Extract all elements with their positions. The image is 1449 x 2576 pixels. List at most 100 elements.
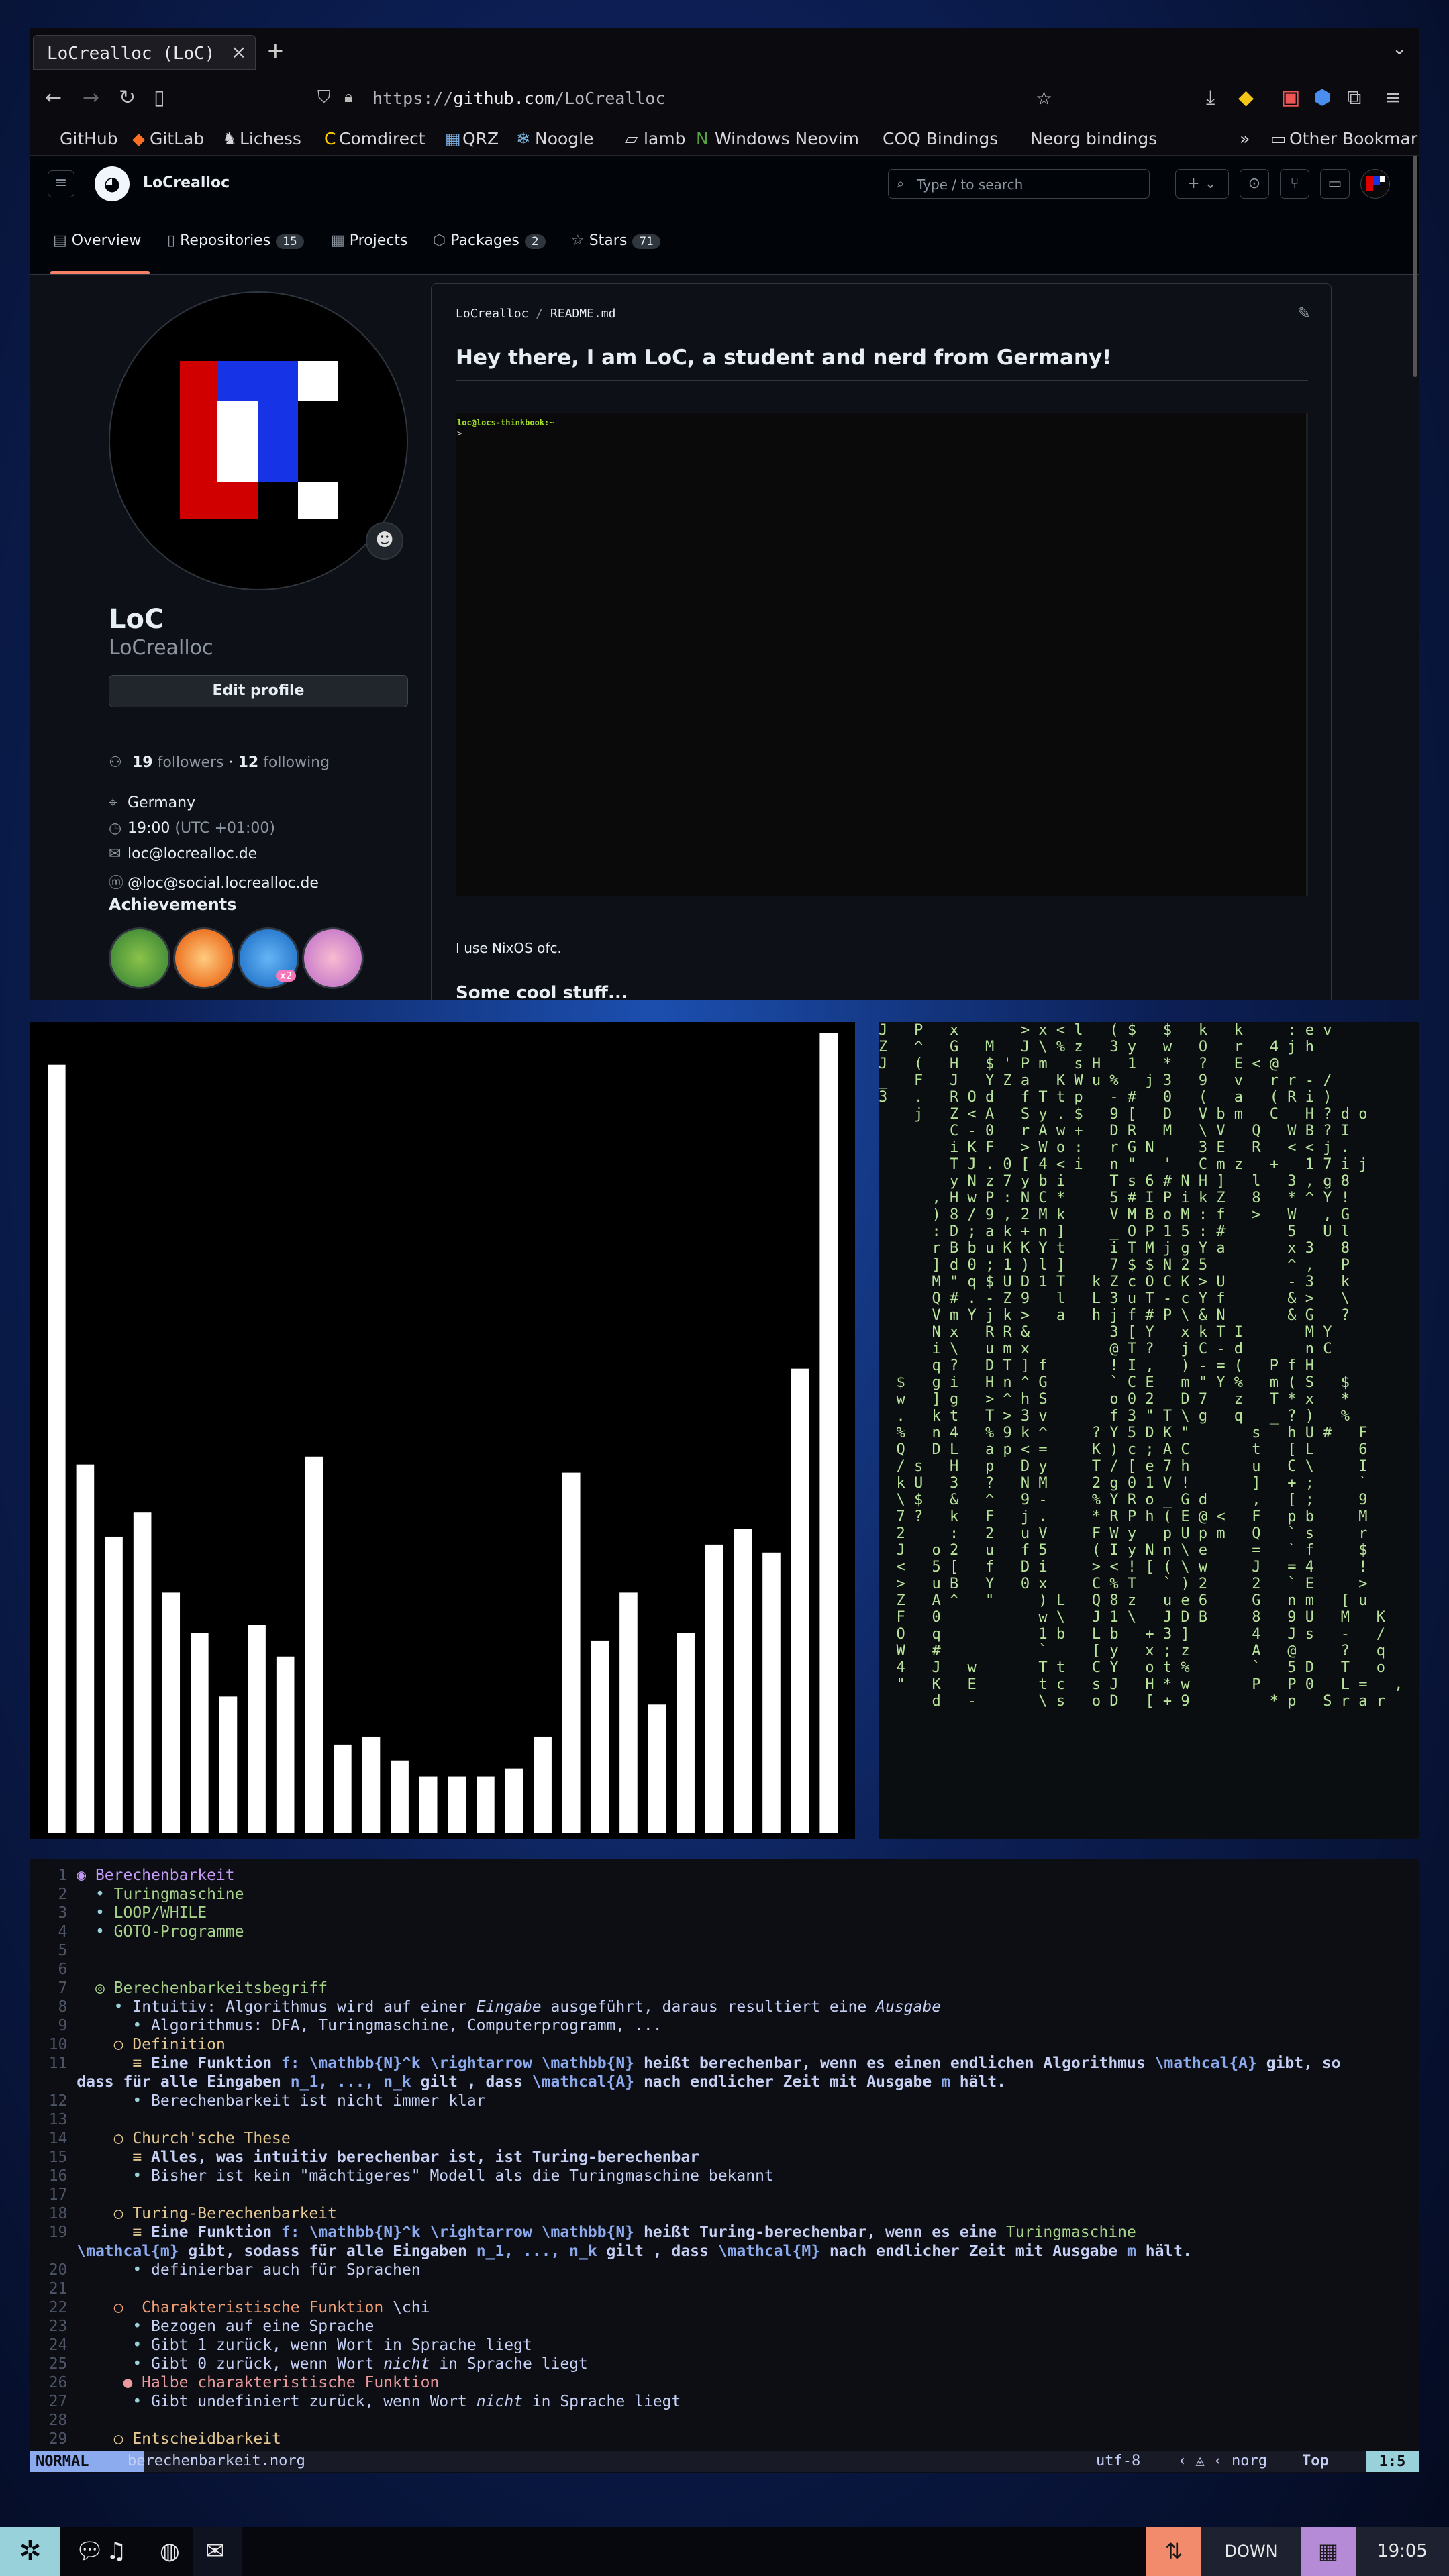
tab-stars[interactable]: ☆ Stars 71	[571, 232, 660, 249]
pull-requests-icon[interactable]: ⑂	[1280, 169, 1309, 199]
menu-icon[interactable]: ≡	[1385, 86, 1401, 109]
bookmark-lichess[interactable]: Lichess	[240, 129, 301, 148]
bookmark-lamb[interactable]: lamb	[644, 129, 686, 148]
editor-line[interactable]: 1 ◉ Berechenbarkeit	[30, 1866, 235, 1885]
bookmark-noogle[interactable]: Noogle	[535, 129, 594, 148]
extensions-puzzle-icon[interactable]: ⧉	[1347, 86, 1361, 109]
pencil-edit-icon[interactable]: ✎	[1297, 304, 1311, 323]
editor-line[interactable]: 12 • Berechenbarkeit ist nicht immer kla…	[30, 2092, 486, 2110]
mastodon-link[interactable]: @loc@social.locrealloc.de	[128, 875, 319, 892]
calendar-icon[interactable]: ▦	[1301, 2527, 1356, 2576]
url-text[interactable]: https://github.com/LoCrealloc	[372, 89, 666, 108]
editor-line[interactable]: 23 • Bezogen auf eine Sprache	[30, 2317, 374, 2336]
editor-line[interactable]: 10 ○ Definition	[30, 2035, 226, 2054]
editor-line[interactable]: 22 ○ Charakteristische Funktion \chi	[30, 2298, 430, 2317]
editor-line[interactable]: \mathcal{m} gibt, sodass für alle Eingab…	[30, 2242, 1192, 2261]
page-scrollbar[interactable]	[1413, 156, 1417, 377]
editor-line[interactable]: 20 • definierbar auch für Sprachen	[30, 2261, 421, 2279]
editor-line[interactable]: dass für alle Eingaben n_1, ..., n_k gil…	[30, 2073, 1006, 2092]
chat-icon[interactable]: 💬︎	[75, 2538, 104, 2565]
new-tab-icon[interactable]: +	[266, 38, 285, 63]
header-username[interactable]: LoCrealloc	[143, 174, 230, 191]
readme-path-user[interactable]: LoCrealloc	[456, 307, 528, 321]
back-arrow-icon[interactable]: ←	[45, 86, 62, 109]
extension-icon[interactable]: ◆	[1238, 86, 1254, 109]
other-bookmarks-folder[interactable]: Other Bookmarks	[1289, 129, 1419, 148]
editor-line[interactable]: 29 ○ Entscheidbarkeit	[30, 2430, 281, 2449]
status-emoji-icon[interactable]: ☻	[366, 522, 403, 560]
achievement-pull-shark-icon[interactable]: x2	[238, 927, 299, 989]
following-count[interactable]: 12	[238, 754, 259, 771]
editor-line[interactable]: 26 ● Halbe charakteristische Funktion	[30, 2373, 440, 2392]
editor-line[interactable]: 24 • Gibt 1 zurück, wenn Wort in Sprache…	[30, 2336, 532, 2355]
more-bookmarks-chevron-icon[interactable]: »	[1240, 129, 1250, 148]
editor-line[interactable]: 4 • GOTO-Programme	[30, 1922, 244, 1941]
hamburger-menu-icon[interactable]: ≡	[48, 170, 74, 197]
editor-line[interactable]: 9 • Algorithmus: DFA, Turingmaschine, Co…	[30, 2016, 662, 2035]
editor-line[interactable]: 15 ≡ Alles, was intuitiv berechenbar ist…	[30, 2148, 699, 2167]
editor-line[interactable]: 13	[30, 2110, 77, 2129]
editor-line[interactable]: 14 ○ Church'sche These	[30, 2129, 291, 2148]
browser-tab[interactable]: LoCrealloc (LoC) ×	[33, 35, 256, 70]
inbox-icon[interactable]: ▭	[1320, 169, 1350, 199]
search-input[interactable]: ⌕ Type / to search	[888, 169, 1150, 199]
editor-line[interactable]: 2 • Turingmaschine	[30, 1885, 244, 1904]
editor-line[interactable]: 7 ◎ Berechenbarkeitsbegriff	[30, 1979, 328, 1998]
bookmark-coq-bindings[interactable]: COQ Bindings	[883, 129, 998, 148]
following-label[interactable]: following	[263, 754, 330, 771]
bookmark-gitlab[interactable]: GitLab	[150, 129, 204, 148]
network-icon[interactable]: ⇅	[1146, 2527, 1201, 2576]
forward-arrow-icon[interactable]: →	[83, 86, 99, 109]
bookmark-windows-neovim[interactable]: Windows Neovim	[715, 129, 859, 148]
bookmark-qrz[interactable]: QRZ	[462, 129, 499, 148]
issues-icon[interactable]: ⊙	[1240, 169, 1269, 199]
url-bar[interactable]: ⛉ 🔒︎ https://github.com/LoCrealloc ☆	[285, 83, 1057, 114]
bookmark-comdirect[interactable]: Comdirect	[339, 129, 426, 148]
globe-icon[interactable]: ◍	[160, 2538, 180, 2565]
edit-profile-button[interactable]: Edit profile	[109, 675, 408, 707]
privacy-extension-icon[interactable]: ⬢	[1313, 86, 1331, 109]
followers-label[interactable]: followers	[158, 754, 224, 771]
tab-list-chevron-icon[interactable]: ⌄	[1392, 39, 1407, 59]
achievement-yolo-icon[interactable]	[302, 927, 364, 989]
editor-line[interactable]: 21	[30, 2279, 77, 2298]
editor-line[interactable]: 28	[30, 2411, 77, 2430]
achievement-quickdraw-icon[interactable]	[173, 927, 235, 989]
followers-count[interactable]: 19	[132, 754, 153, 771]
bookmark-neorg-bindings[interactable]: Neorg bindings	[1030, 129, 1157, 148]
editor-line[interactable]: 18 ○ Turing-Berechenbarkeit	[30, 2204, 337, 2223]
bookmark-github[interactable]: GitHub	[60, 129, 118, 148]
editor-line[interactable]: 3 • LOOP/WHILE	[30, 1904, 207, 1922]
shield-icon[interactable]: ⛉	[317, 87, 331, 108]
close-tab-icon[interactable]: ×	[231, 41, 246, 63]
network-status[interactable]: DOWN	[1201, 2527, 1301, 2576]
create-new-dropdown[interactable]: + ⌄	[1175, 169, 1229, 199]
editor-line[interactable]: 5	[30, 1941, 77, 1960]
nix-menu-icon[interactable]: ✲	[0, 2527, 60, 2576]
lock-icon[interactable]: 🔒︎	[344, 87, 353, 106]
editor-line[interactable]: 16 • Bisher ist kein "mächtigeres" Model…	[30, 2167, 774, 2185]
tab-overview[interactable]: ▤ Overview	[53, 232, 141, 249]
editor-line[interactable]: 6	[30, 1960, 77, 1979]
editor-line[interactable]: 11 ≡ Eine Funktion f: \mathbb{N}^k \righ…	[30, 2054, 1341, 2073]
tab-packages[interactable]: ⬡ Packages 2	[433, 232, 546, 249]
readme-path-file[interactable]: README.md	[550, 307, 616, 321]
editor-line[interactable]: 8 • Intuitiv: Algorithmus wird auf einer…	[30, 1998, 942, 2016]
clock[interactable]: 19:05	[1356, 2527, 1449, 2576]
extension-badge-icon[interactable]: ▣	[1281, 86, 1300, 109]
profile-avatar[interactable]	[109, 291, 408, 590]
music-icon[interactable]: ♫	[106, 2538, 126, 2565]
sidebar-toggle-icon[interactable]: ▯	[154, 86, 165, 109]
reload-icon[interactable]: ↻	[119, 86, 136, 109]
user-avatar-small[interactable]	[1360, 169, 1390, 199]
tab-projects[interactable]: ▦ Projects	[331, 232, 408, 249]
bookmark-star-icon[interactable]: ☆	[1036, 87, 1052, 109]
editor-line[interactable]: 17	[30, 2185, 77, 2204]
editor-line[interactable]: 19 ≡ Eine Funktion f: \mathbb{N}^k \righ…	[30, 2223, 1136, 2242]
github-logo-icon[interactable]: ◕	[95, 166, 130, 201]
downloads-icon[interactable]: ⤓	[1206, 86, 1215, 109]
achievement-pair-extraordinaire-icon[interactable]	[109, 927, 170, 989]
mail-workspace[interactable]: ✉	[193, 2527, 242, 2576]
editor-line[interactable]: 25 • Gibt 0 zurück, wenn Wort nicht in S…	[30, 2355, 588, 2373]
tab-repositories[interactable]: ▯ Repositories 15	[167, 232, 304, 249]
